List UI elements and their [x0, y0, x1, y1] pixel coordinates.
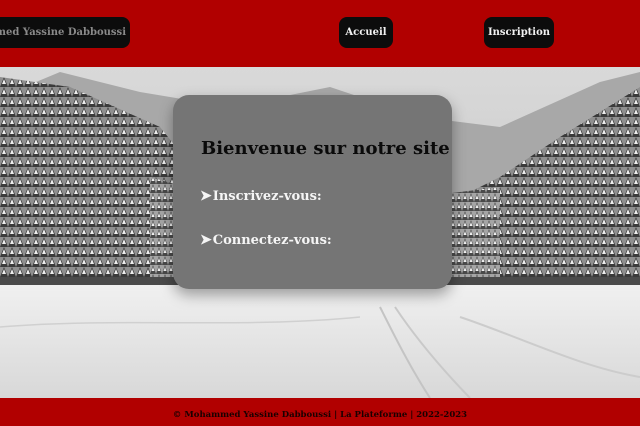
- footer-copyright: © Mohammed Yassine Dabboussi | La Platef…: [172, 410, 468, 420]
- login-link-label: Connectez-vous:: [212, 232, 332, 248]
- welcome-title: Bienvenue sur notre site: [201, 138, 450, 159]
- arrow-right-icon: ➤: [200, 188, 212, 204]
- nav-home-button[interactable]: Accueil: [339, 17, 393, 48]
- arrow-right-icon: ➤: [200, 232, 212, 248]
- login-link[interactable]: ➤ Connectez-vous:: [200, 232, 332, 248]
- signup-link-label: Inscrivez-vous:: [212, 188, 322, 204]
- signup-link[interactable]: ➤ Inscrivez-vous:: [200, 188, 322, 204]
- nav-signup-button[interactable]: Inscription: [484, 17, 554, 48]
- top-nav-bar: ohammed Yassine Dabboussi Accueil Inscri…: [0, 0, 640, 67]
- author-name-button[interactable]: ohammed Yassine Dabboussi: [0, 17, 130, 48]
- footer-bar: © Mohammed Yassine Dabboussi | La Platef…: [0, 398, 640, 426]
- welcome-card: Bienvenue sur notre site ➤ Inscrivez-vou…: [173, 95, 452, 289]
